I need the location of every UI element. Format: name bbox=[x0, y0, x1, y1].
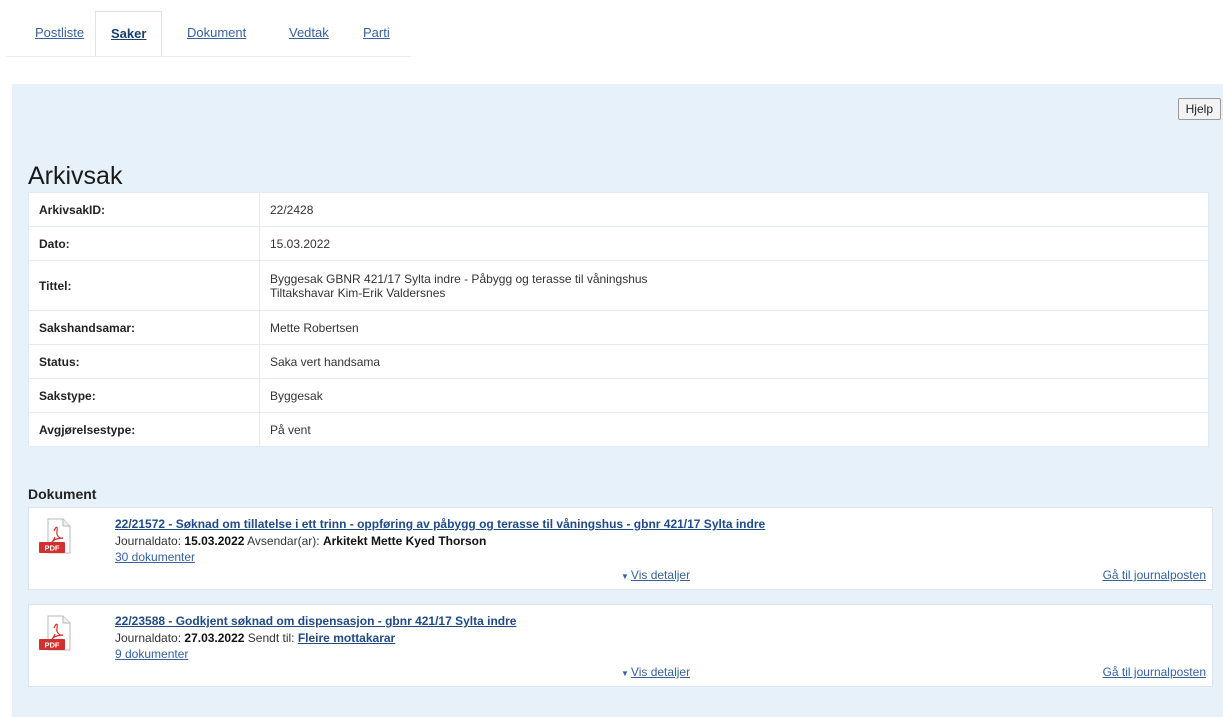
page-title: Arkivsak bbox=[28, 162, 123, 190]
field-label: Avgjørelsestype: bbox=[28, 412, 260, 447]
show-details-label: Vis detaljer bbox=[630, 665, 691, 679]
document-card: PDF 22/21572 - Søknad om tillatelse i et… bbox=[28, 507, 1213, 590]
document-card: PDF 22/23588 - Godkjent søknad om dispen… bbox=[28, 604, 1213, 687]
table-row: Dato: 15.03.2022 bbox=[28, 226, 1209, 261]
document-meta: Journaldato: 27.03.2022 Sendt til: Fleir… bbox=[115, 631, 395, 645]
document-title-link[interactable]: 22/21572 - Søknad om tillatelse i ett tr… bbox=[115, 517, 765, 531]
title-line-2: Tiltakshavar Kim-Erik Valdersnes bbox=[270, 285, 446, 300]
document-meta: Journaldato: 15.03.2022 Avsendar(ar): Ar… bbox=[115, 534, 486, 548]
pdf-icon[interactable]: PDF bbox=[39, 518, 75, 554]
show-details-link[interactable]: ▼ Vis detaljer bbox=[621, 568, 690, 582]
journaldato-value: 27.03.2022 bbox=[184, 631, 245, 645]
svg-text:PDF: PDF bbox=[45, 641, 60, 650]
triangle-down-icon: ▼ bbox=[621, 669, 629, 678]
documents-heading: Dokument bbox=[28, 486, 97, 502]
journaldato-label: Journaldato: bbox=[115, 631, 182, 645]
table-row: Avgjørelsestype: På vent bbox=[28, 412, 1209, 447]
show-details-link[interactable]: ▼ Vis detaljer bbox=[621, 665, 690, 679]
field-label: Sakshandsamar: bbox=[28, 310, 260, 345]
tab-dokument[interactable]: Dokument bbox=[172, 11, 261, 55]
tab-bar: Postliste Saker Dokument Vedtak Parti bbox=[0, 0, 411, 58]
table-row: Sakstype: Byggesak bbox=[28, 378, 1209, 413]
tab-divider bbox=[6, 56, 411, 57]
tab-vedtak[interactable]: Vedtak bbox=[274, 11, 344, 55]
field-value-tittel: Byggesak GBNR 421/17 Sylta indre - Påbyg… bbox=[259, 260, 1209, 311]
show-details-label: Vis detaljer bbox=[630, 568, 691, 582]
tab-parti[interactable]: Parti bbox=[348, 11, 405, 55]
document-title-link[interactable]: 22/23588 - Godkjent søknad om dispensasj… bbox=[115, 614, 516, 628]
field-value-avgjorelsestype: På vent bbox=[259, 412, 1209, 447]
case-info-table: ArkivsakID: 22/2428 Dato: 15.03.2022 Tit… bbox=[28, 192, 1209, 447]
party-label: Sendt til: bbox=[247, 631, 295, 645]
title-line-1: Byggesak GBNR 421/17 Sylta indre - Påbyg… bbox=[270, 271, 648, 286]
journaldato-value: 15.03.2022 bbox=[184, 534, 245, 548]
triangle-down-icon: ▼ bbox=[621, 572, 629, 581]
table-row: ArkivsakID: 22/2428 bbox=[28, 192, 1209, 227]
field-label: Sakstype: bbox=[28, 378, 260, 413]
journaldato-label: Journaldato: bbox=[115, 534, 182, 548]
tab-saker[interactable]: Saker bbox=[95, 11, 163, 56]
pdf-icon[interactable]: PDF bbox=[39, 615, 75, 651]
help-button[interactable]: Hjelp bbox=[1177, 98, 1221, 120]
party-label: Avsendar(ar): bbox=[247, 534, 320, 548]
table-row: Sakshandsamar: Mette Robertsen bbox=[28, 310, 1209, 345]
tab-postliste[interactable]: Postliste bbox=[20, 11, 99, 55]
table-row: Status: Saka vert handsama bbox=[28, 344, 1209, 379]
party-value: Arkitekt Mette Kyed Thorson bbox=[322, 534, 487, 548]
svg-text:PDF: PDF bbox=[45, 544, 60, 553]
field-label: ArkivsakID: bbox=[28, 192, 260, 227]
field-label: Status: bbox=[28, 344, 260, 379]
document-count-link[interactable]: 30 dokumenter bbox=[115, 550, 195, 564]
table-row: Tittel: Byggesak GBNR 421/17 Sylta indre… bbox=[28, 260, 1209, 311]
field-value-sakshandsamar: Mette Robertsen bbox=[259, 310, 1209, 345]
document-count-link[interactable]: 9 dokumenter bbox=[115, 647, 188, 661]
recipients-link[interactable]: Fleire mottakarar bbox=[298, 631, 395, 645]
goto-journalpost-link[interactable]: Gå til journalposten bbox=[1103, 665, 1206, 679]
case-panel: Hjelp Arkivsak ArkivsakID: 22/2428 Dato:… bbox=[12, 84, 1223, 717]
field-value-dato: 15.03.2022 bbox=[259, 226, 1209, 261]
field-label: Tittel: bbox=[28, 260, 260, 311]
field-value-status: Saka vert handsama bbox=[259, 344, 1209, 379]
goto-journalpost-link[interactable]: Gå til journalposten bbox=[1103, 568, 1206, 582]
field-label: Dato: bbox=[28, 226, 260, 261]
field-value-arkivsakid: 22/2428 bbox=[259, 192, 1209, 227]
field-value-sakstype: Byggesak bbox=[259, 378, 1209, 413]
